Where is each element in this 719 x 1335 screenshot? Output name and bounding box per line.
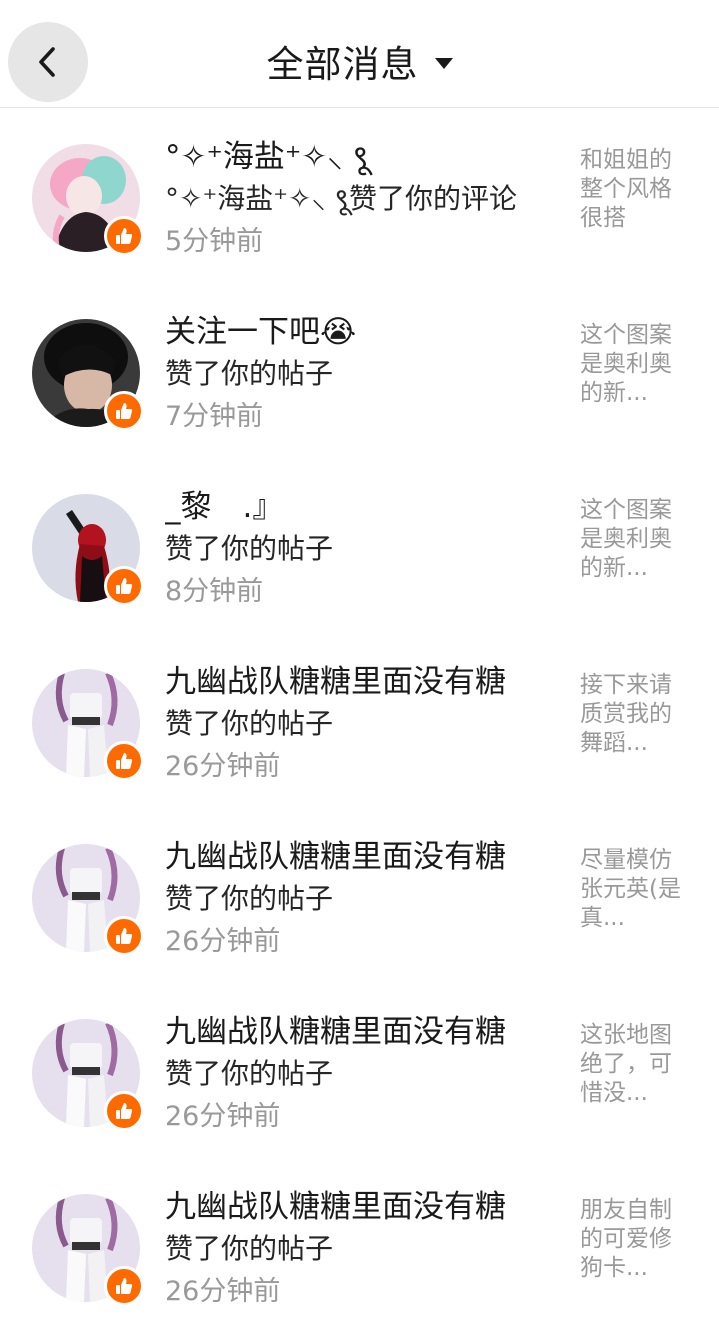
- notification-item[interactable]: 九幽战队糖糖里面没有糖 赞了你的帖子 26分钟前 朋友自制的可爱修狗卡...: [0, 1160, 719, 1335]
- post-snippet[interactable]: 朋友自制的可爱修狗卡...: [580, 1196, 684, 1283]
- thumbs-up-icon: [116, 928, 133, 944]
- caret-down-icon: [434, 57, 453, 69]
- notification-action: 赞了你的帖子: [165, 357, 334, 390]
- like-badge: [104, 566, 144, 606]
- notification-action: 赞了你的帖子: [165, 1232, 334, 1265]
- notification-action: °✧⁺海盐⁺✧⸜ ९ू赞了你的评论: [165, 182, 517, 215]
- timestamp: 26分钟前: [165, 926, 281, 957]
- post-snippet[interactable]: 尽量模仿张元英(是真...: [580, 846, 684, 933]
- notification-item[interactable]: _黎 .』 赞了你的帖子 8分钟前 这个图案是奥利奥的新...: [0, 460, 719, 635]
- like-badge: [104, 216, 144, 256]
- sender-name: 九幽战队糖糖里面没有糖: [165, 839, 506, 875]
- timestamp: 26分钟前: [165, 1101, 281, 1132]
- notification-action: 赞了你的帖子: [165, 532, 334, 565]
- notification-item[interactable]: 九幽战队糖糖里面没有糖 赞了你的帖子 26分钟前 尽量模仿张元英(是真...: [0, 810, 719, 985]
- post-snippet[interactable]: 接下来请质赏我的舞蹈...: [580, 671, 684, 758]
- like-badge: [104, 916, 144, 956]
- like-badge: [104, 741, 144, 781]
- top-nav-bar: 全部消息: [0, 0, 719, 108]
- thumbs-up-icon: [116, 1278, 133, 1294]
- thumbs-up-icon: [116, 578, 133, 594]
- page-title: 全部消息: [266, 43, 419, 86]
- timestamp: 7分钟前: [165, 401, 264, 432]
- sender-name: 九幽战队糖糖里面没有糖: [165, 1189, 506, 1225]
- notification-item[interactable]: 九幽战队糖糖里面没有糖 赞了你的帖子 26分钟前 接下来请质赏我的舞蹈...: [0, 635, 719, 810]
- sender-name: _黎 .』: [165, 489, 284, 525]
- thumbs-up-icon: [116, 753, 133, 769]
- thumbs-up-icon: [116, 228, 133, 244]
- notification-action: 赞了你的帖子: [165, 882, 334, 915]
- post-snippet[interactable]: 这张地图绝了，可惜没...: [580, 1021, 684, 1108]
- message-filter-dropdown[interactable]: 全部消息: [0, 34, 719, 88]
- sender-name: 关注一下吧😭: [165, 314, 357, 350]
- post-snippet[interactable]: 这个图案是奥利奥的新...: [580, 321, 684, 408]
- like-badge: [104, 1266, 144, 1306]
- post-snippet[interactable]: 和姐姐的整个风格很搭: [580, 146, 684, 233]
- timestamp: 26分钟前: [165, 751, 281, 782]
- timestamp: 26分钟前: [165, 1276, 281, 1307]
- notification-action: 赞了你的帖子: [165, 707, 334, 740]
- sender-name: 九幽战队糖糖里面没有糖: [165, 664, 506, 700]
- timestamp: 5分钟前: [165, 226, 264, 257]
- like-badge: [104, 1091, 144, 1131]
- notification-action: 赞了你的帖子: [165, 1057, 334, 1090]
- timestamp: 8分钟前: [165, 576, 264, 607]
- notification-item[interactable]: °✧⁺海盐⁺✧⸜ ९ू °✧⁺海盐⁺✧⸜ ९ू赞了你的评论 5分钟前 和姐姐的整…: [0, 110, 719, 285]
- notification-item[interactable]: 关注一下吧😭 赞了你的帖子 7分钟前 这个图案是奥利奥的新...: [0, 285, 719, 460]
- sender-name: 九幽战队糖糖里面没有糖: [165, 1014, 506, 1050]
- thumbs-up-icon: [116, 403, 133, 419]
- notification-list: °✧⁺海盐⁺✧⸜ ९ू °✧⁺海盐⁺✧⸜ ९ू赞了你的评论 5分钟前 和姐姐的整…: [0, 110, 719, 1335]
- post-snippet[interactable]: 这个图案是奥利奥的新...: [580, 496, 684, 583]
- like-badge: [104, 391, 144, 431]
- sender-name: °✧⁺海盐⁺✧⸜ ९ू: [165, 139, 369, 175]
- thumbs-up-icon: [116, 1103, 133, 1119]
- notification-item[interactable]: 九幽战队糖糖里面没有糖 赞了你的帖子 26分钟前 这张地图绝了，可惜没...: [0, 985, 719, 1160]
